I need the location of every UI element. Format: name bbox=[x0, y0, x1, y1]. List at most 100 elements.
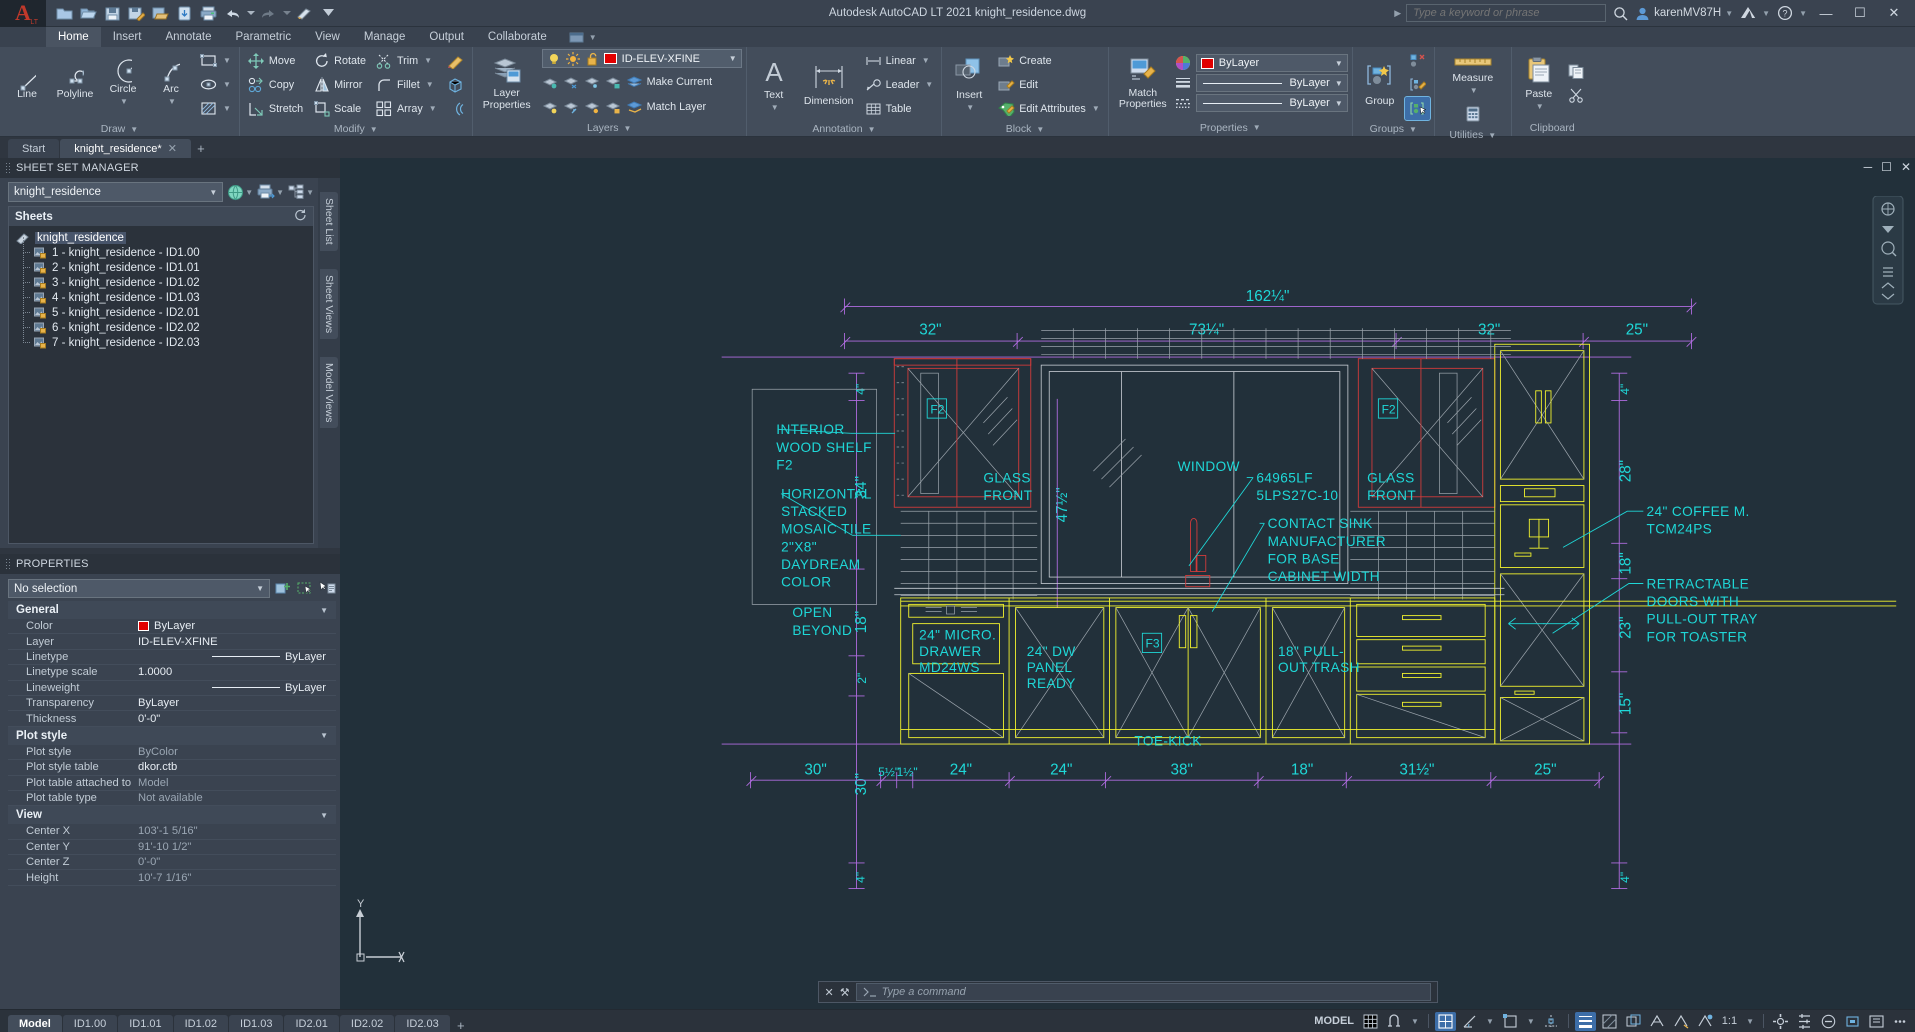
text-button[interactable]: A Text ▼ bbox=[751, 54, 797, 115]
grid-display-icon[interactable] bbox=[1360, 1012, 1381, 1031]
panel-title-modify[interactable]: Modify ▼ bbox=[240, 122, 472, 136]
elevation-drawing[interactable]: .cy{stroke:#1fd7d7;fill:none;stroke-widt… bbox=[340, 158, 1915, 1009]
layout-tab-id1-00[interactable]: ID1.00 bbox=[62, 1014, 118, 1032]
edit-attributes-button[interactable]: Edit Attributes ▼ bbox=[994, 97, 1104, 120]
layer-properties-button[interactable]: Layer Properties bbox=[477, 53, 537, 113]
ribbon-tab-parametric[interactable]: Parametric bbox=[224, 27, 304, 47]
maximize-viewport-icon[interactable]: ☐ bbox=[1881, 160, 1892, 174]
customization-icon[interactable] bbox=[1794, 1012, 1815, 1031]
layer-on-icon[interactable] bbox=[584, 98, 601, 115]
property-row-transparency[interactable]: Transparency ByLayer bbox=[8, 696, 336, 712]
panel-title-block[interactable]: Block ▼ bbox=[942, 122, 1108, 136]
model-space-button[interactable]: MODEL bbox=[1311, 1012, 1357, 1031]
property-row-plot-style-table[interactable]: Plot style table dkor.ctb bbox=[8, 760, 336, 776]
explode-button[interactable] bbox=[443, 73, 468, 96]
annotation-visibility-icon[interactable] bbox=[1647, 1012, 1668, 1031]
layout-tab-id1-01[interactable]: ID1.01 bbox=[118, 1014, 173, 1032]
property-row-plot-table-attached[interactable]: Plot table attached to Model bbox=[8, 776, 336, 791]
help-chevron-icon[interactable]: ▼ bbox=[1799, 9, 1807, 18]
match-properties-button[interactable]: Match Properties bbox=[1113, 53, 1173, 113]
lineweight-combo[interactable]: ByLayer ▼ bbox=[1195, 74, 1348, 92]
help-icon[interactable]: ? bbox=[1774, 3, 1795, 24]
tree-node-sheet-5[interactable]: 5 - knight_residence - ID2.01 bbox=[14, 297, 313, 320]
ribbon-tab-insert[interactable]: Insert bbox=[101, 27, 154, 47]
property-group-plot-style[interactable]: Plot style ▼ bbox=[8, 726, 336, 745]
annotation-glass-front-left[interactable]: GLASS FRONT bbox=[983, 470, 1032, 503]
group-selection-on-button[interactable] bbox=[1403, 96, 1431, 121]
scale-button[interactable]: Scale bbox=[309, 97, 370, 120]
layout-tab-model[interactable]: Model bbox=[8, 1014, 62, 1032]
annotation-glass-front-right[interactable]: GLASS FRONT bbox=[1367, 470, 1416, 503]
scale-dropdown-icon[interactable]: ▼ bbox=[1743, 1012, 1757, 1031]
ribbon-tab-output[interactable]: Output bbox=[417, 27, 476, 47]
layer-off-icon[interactable] bbox=[584, 73, 601, 90]
quick-properties-icon[interactable] bbox=[319, 581, 336, 596]
autodesk-app-chevron-icon[interactable]: ▼ bbox=[1762, 9, 1770, 18]
ellipse-dropdown-icon[interactable]: ▼ bbox=[223, 80, 231, 89]
match-layer-button[interactable]: Match Layer bbox=[647, 95, 706, 118]
osnap-dropdown-icon[interactable]: ▼ bbox=[1524, 1012, 1538, 1031]
search-input[interactable] bbox=[1406, 4, 1607, 22]
erase-button[interactable] bbox=[443, 49, 468, 72]
tall-cabinet-right[interactable] bbox=[1494, 343, 1590, 745]
quick-calc-button[interactable] bbox=[1460, 102, 1485, 125]
command-close-icon[interactable]: ✕ bbox=[825, 986, 834, 999]
autodesk-app-icon[interactable] bbox=[1737, 3, 1758, 24]
chevron-down-icon[interactable]: ▼ bbox=[320, 606, 328, 615]
chevron-down-icon[interactable]: ▼ bbox=[320, 731, 328, 740]
redo-dropdown-icon[interactable] bbox=[282, 3, 291, 24]
side-tab-sheet-list[interactable]: Sheet List bbox=[320, 192, 338, 251]
ribbon-tab-view[interactable]: View bbox=[303, 27, 352, 47]
ribbon-tab-collaborate[interactable]: Collaborate bbox=[476, 27, 559, 47]
selection-combo[interactable]: No selection ▼ bbox=[8, 579, 270, 598]
panel-title-properties[interactable]: Properties ▼ bbox=[1109, 119, 1352, 136]
property-row-plot-style[interactable]: Plot style ByColor bbox=[8, 745, 336, 761]
autocad-app-button[interactable]: A LT bbox=[0, 0, 46, 27]
panel-title-groups[interactable]: Groups ▼ bbox=[1353, 122, 1434, 136]
minimize-button[interactable]: — bbox=[1811, 0, 1841, 27]
property-row-linetype[interactable]: Linetype ByLayer bbox=[8, 650, 336, 666]
copy-button[interactable]: Copy bbox=[244, 73, 307, 96]
sheet-set-globe-button[interactable]: ▼ bbox=[227, 184, 253, 201]
document-tab-start[interactable]: Start bbox=[8, 139, 60, 158]
hatch-button[interactable]: ▼ bbox=[196, 97, 235, 120]
property-row-linetype-scale[interactable]: Linetype scale 1.0000 bbox=[8, 665, 336, 681]
annotation-dw-panel[interactable]: 24" DW PANEL READY bbox=[1027, 644, 1076, 691]
current-layer-chevron-icon[interactable]: ▼ bbox=[729, 54, 737, 63]
chevron-down-icon[interactable]: ▼ bbox=[245, 188, 253, 197]
object-snap-icon[interactable] bbox=[1500, 1012, 1521, 1031]
annotation-scale-icon[interactable] bbox=[1695, 1012, 1716, 1031]
account-menu[interactable]: karenMV87H ▼ bbox=[1635, 6, 1733, 21]
property-row-center-z[interactable]: Center Z 0'-0" bbox=[8, 855, 336, 871]
polyline-button[interactable]: Polyline bbox=[52, 66, 98, 103]
annotation-micro-drawer[interactable]: 24" MICRO. DRAWER MD24WS bbox=[919, 628, 996, 675]
drawing-canvas[interactable]: ─ ☐ ✕ .cy{stroke:#1fd7d7;fill:none;strok… bbox=[340, 158, 1915, 1009]
chevron-down-icon[interactable]: ▼ bbox=[1725, 9, 1733, 18]
measure-dropdown-icon[interactable]: ▼ bbox=[1470, 86, 1478, 95]
leader-dropdown-icon[interactable]: ▼ bbox=[925, 80, 933, 89]
layout-tab-id2-03[interactable]: ID2.03 bbox=[395, 1014, 450, 1032]
lineweight-icon[interactable] bbox=[1175, 75, 1192, 92]
linetype-combo[interactable]: ByLayer ▼ bbox=[1195, 94, 1348, 112]
group-edit-button[interactable] bbox=[1405, 73, 1430, 96]
layer-thaw-icon[interactable] bbox=[563, 98, 580, 115]
refresh-icon[interactable] bbox=[294, 208, 307, 225]
offset-button[interactable] bbox=[443, 97, 468, 120]
polar-dropdown-icon[interactable]: ▼ bbox=[1483, 1012, 1497, 1031]
layout-tab-id1-02[interactable]: ID1.02 bbox=[173, 1014, 229, 1032]
match-layer-icon[interactable] bbox=[626, 98, 643, 115]
workspace-icon[interactable] bbox=[294, 3, 315, 24]
chevron-down-icon[interactable]: ▼ bbox=[276, 188, 284, 197]
ribbon-tab-annotate[interactable]: Annotate bbox=[153, 27, 223, 47]
command-line[interactable]: ✕ ⚒ Type a command bbox=[817, 981, 1438, 1003]
line-button[interactable]: Line bbox=[4, 66, 50, 103]
arc-dropdown-icon[interactable]: ▼ bbox=[168, 97, 176, 106]
property-row-layer[interactable]: Layer ID-ELEV-XFINE bbox=[8, 634, 336, 650]
select-objects-icon[interactable] bbox=[297, 581, 314, 596]
palette-grip[interactable] bbox=[6, 162, 10, 174]
command-input[interactable]: Type a command bbox=[855, 983, 1431, 1001]
panel-title-utilities[interactable]: Utilities ▼ bbox=[1435, 129, 1511, 141]
undo-icon[interactable] bbox=[222, 3, 243, 24]
save-icon[interactable] bbox=[102, 3, 123, 24]
chevron-down-icon[interactable]: ▼ bbox=[209, 188, 217, 197]
